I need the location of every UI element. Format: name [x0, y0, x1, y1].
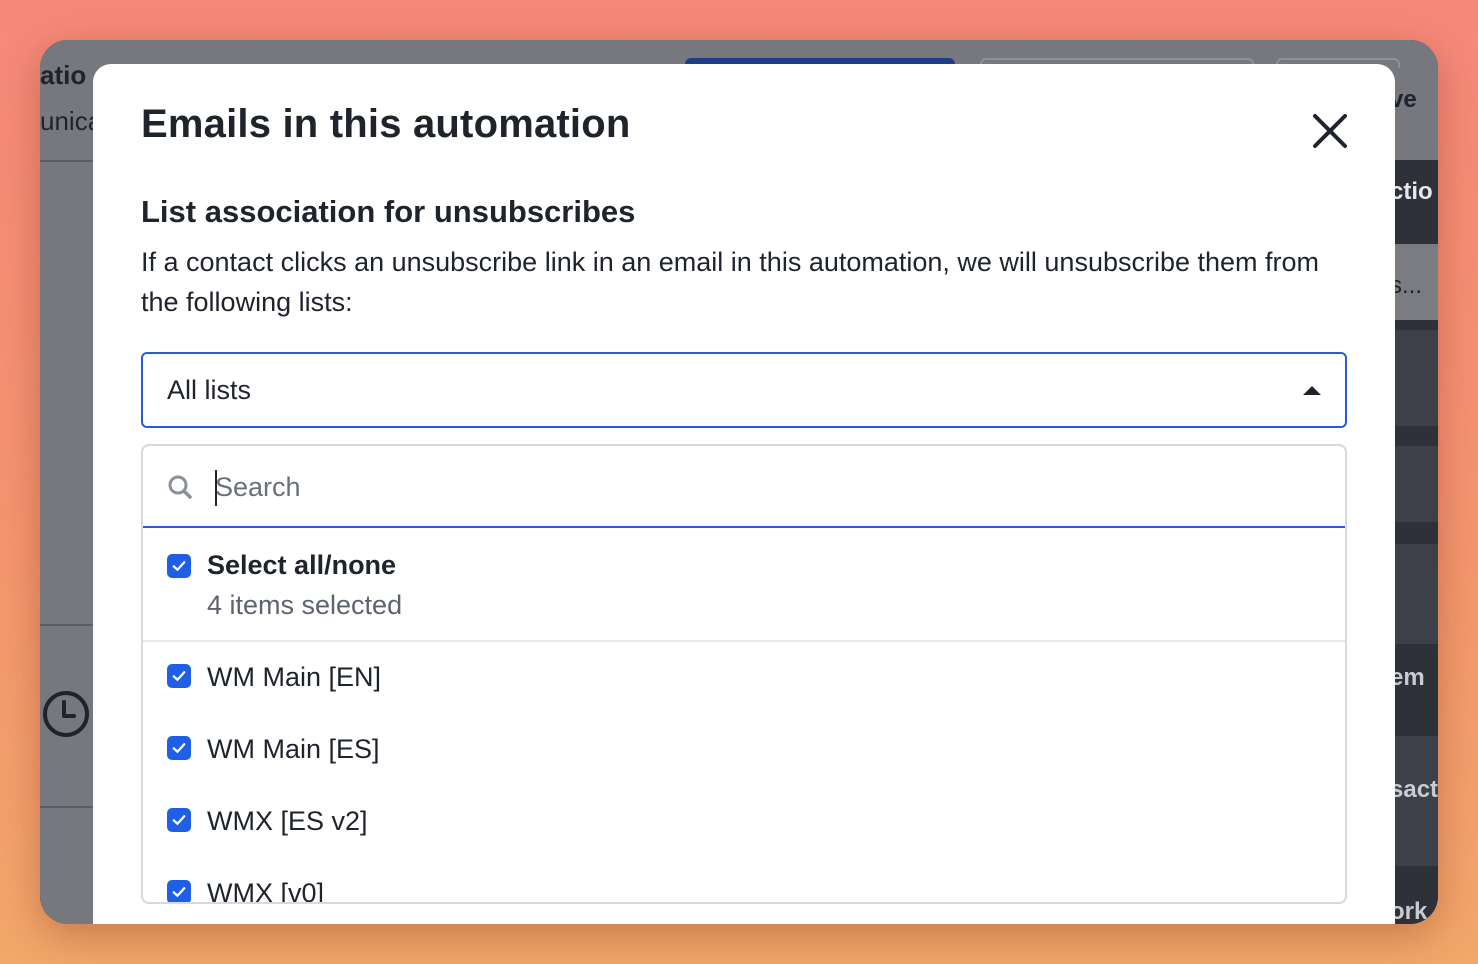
- emails-modal: Emails in this automation List associati…: [93, 64, 1395, 924]
- close-button[interactable]: [1307, 108, 1353, 154]
- list-item-checkbox[interactable]: [167, 808, 191, 832]
- modal-title: Emails in this automation: [141, 102, 631, 146]
- select-all-label: Select all/none: [207, 550, 397, 580]
- text-cursor: [215, 470, 217, 506]
- list-item-label: WM Main [EN]: [207, 662, 382, 692]
- checkmark-icon: [172, 561, 186, 571]
- list-item[interactable]: WM Main [EN]: [143, 644, 1345, 716]
- search-icon: [168, 475, 192, 499]
- list-item-label: WMX [ES v2]: [207, 806, 368, 836]
- select-all-checkbox[interactable]: [167, 554, 191, 578]
- background-divider: [40, 160, 93, 162]
- selected-count: 4 items selected: [207, 590, 403, 620]
- background-divider: [40, 806, 93, 808]
- close-icon: [1313, 114, 1347, 148]
- background-right-row: [1395, 544, 1438, 644]
- checkmark-icon: [172, 671, 186, 681]
- caret-up-icon: [1303, 385, 1321, 395]
- checkmark-icon: [172, 887, 186, 897]
- background-divider: [40, 624, 93, 626]
- list-item[interactable]: WMX [v0]: [143, 860, 1345, 904]
- list-item-checkbox[interactable]: [167, 664, 191, 688]
- list-item-label: WMX [v0]: [207, 878, 325, 904]
- background-right-row: [1395, 446, 1438, 522]
- list-item[interactable]: WM Main [ES]: [143, 716, 1345, 788]
- section-description: If a contact clicks an unsubscribe link …: [141, 247, 1320, 317]
- background-right-fragment: ork: [1390, 898, 1428, 924]
- background-right-fragment: em: [1390, 664, 1425, 691]
- background-right-fragment: sact: [1390, 776, 1438, 803]
- clock-icon: [43, 691, 89, 737]
- list-select[interactable]: All lists: [141, 352, 1347, 428]
- list-item-checkbox[interactable]: [167, 880, 191, 902]
- list-item[interactable]: WMX [ES v2]: [143, 788, 1345, 860]
- app-window: atio unica ve ctio s... em sact ork Emai…: [40, 40, 1438, 924]
- section-title: List association for unsubscribes: [141, 194, 636, 229]
- select-all-option[interactable]: Select all/none 4 items selected: [143, 528, 1345, 642]
- background-title-fragment: atio: [40, 60, 87, 90]
- select-value: All lists: [167, 374, 252, 405]
- search-row: [143, 446, 1345, 528]
- background-right-row: [1395, 330, 1438, 426]
- search-input[interactable]: [213, 460, 1317, 514]
- checkmark-icon: [172, 743, 186, 753]
- list-item-checkbox[interactable]: [167, 736, 191, 760]
- list-dropdown: Select all/none 4 items selected WM Main…: [141, 444, 1347, 904]
- list-item-label: WM Main [ES]: [207, 734, 380, 764]
- background-right-fragment: ctio: [1390, 178, 1433, 205]
- checkmark-icon: [172, 815, 186, 825]
